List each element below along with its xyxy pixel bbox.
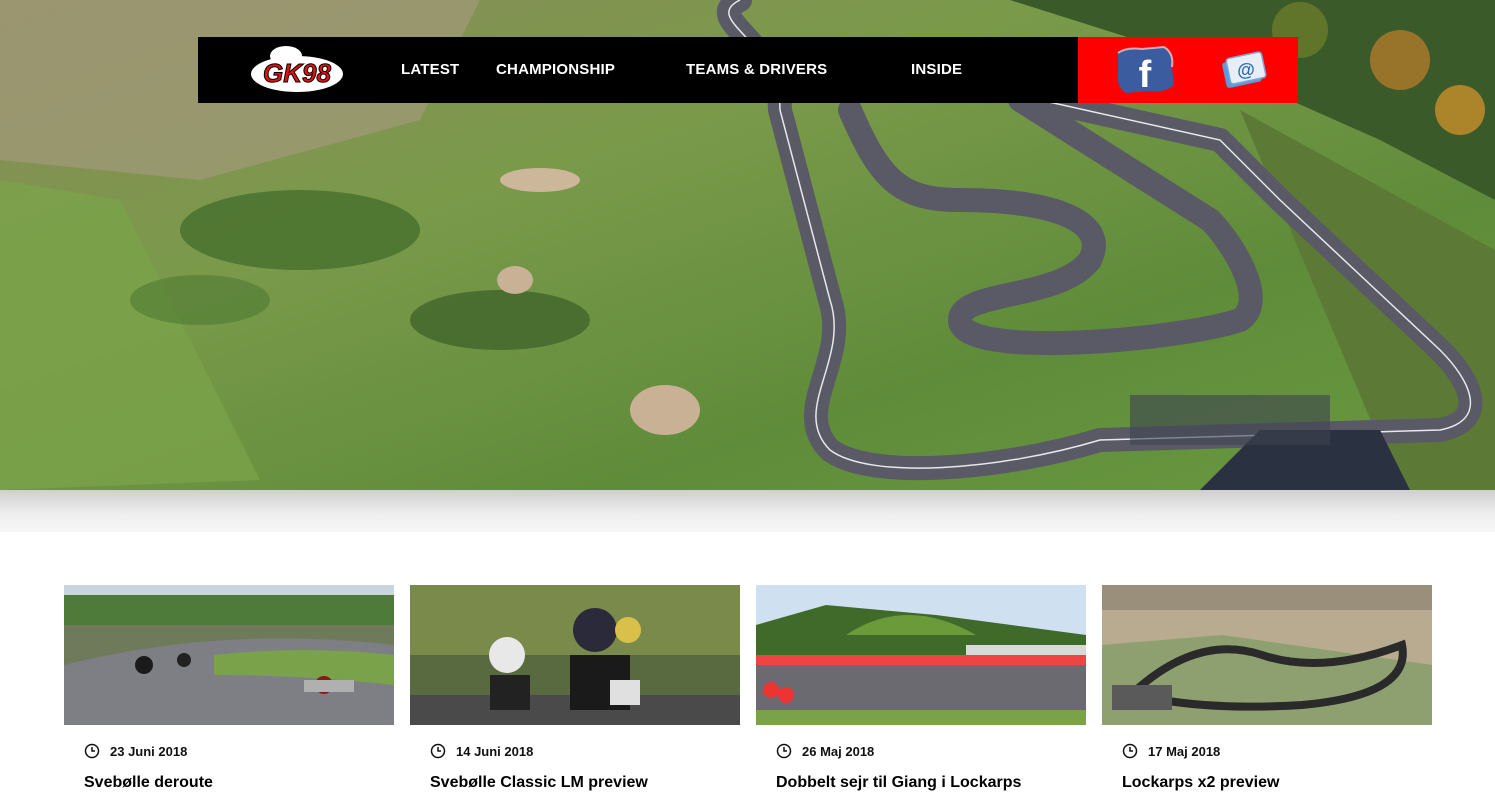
post-title-link[interactable]: Svebølle Classic LM preview xyxy=(430,774,750,792)
nav-inside[interactable]: INSIDE xyxy=(911,61,962,78)
post-date: 23 Juni 2018 xyxy=(84,743,187,759)
svg-text:GK98: GK98 xyxy=(263,58,331,88)
clock-icon xyxy=(1122,743,1138,759)
post-title-link[interactable]: Lockarps x2 preview xyxy=(1122,774,1442,792)
post-thumbnail[interactable] xyxy=(410,585,740,725)
gk98-logo-icon: GK98 xyxy=(251,46,343,92)
nav-latest[interactable]: LATEST xyxy=(401,61,459,78)
nav-championship[interactable]: CHAMPIONSHIP xyxy=(496,61,615,78)
post-date: 14 Juni 2018 xyxy=(430,743,533,759)
post-title-link[interactable]: Dobbelt sejr til Giang i Lockarps xyxy=(776,774,1096,792)
email-icon[interactable]: @ xyxy=(1218,45,1268,100)
post-thumbnail[interactable] xyxy=(1102,585,1432,725)
post-card[interactable]: 23 Juni 2018 Svebølle deroute xyxy=(64,585,394,791)
post-thumbnail[interactable] xyxy=(756,585,1086,725)
post-thumbnail[interactable] xyxy=(64,585,394,725)
main-navigation: GK98 LATEST CHAMPIONSHIP TEAMS & DRIVERS… xyxy=(198,37,1078,103)
post-date: 17 Maj 2018 xyxy=(1122,743,1220,759)
post-title-link[interactable]: Svebølle deroute xyxy=(84,774,404,792)
hero-bottom-shadow xyxy=(0,490,1495,532)
svg-text:f: f xyxy=(1139,54,1152,95)
svg-text:@: @ xyxy=(1237,60,1255,80)
facebook-icon[interactable]: f xyxy=(1112,45,1178,100)
post-card[interactable]: 26 Maj 2018 Dobbelt sejr til Giang i Loc… xyxy=(756,585,1086,791)
post-card[interactable]: 17 Maj 2018 Lockarps x2 preview xyxy=(1102,585,1432,791)
nav-teams-drivers[interactable]: TEAMS & DRIVERS xyxy=(686,61,827,78)
clock-icon xyxy=(776,743,792,759)
post-date: 26 Maj 2018 xyxy=(776,743,874,759)
post-date-text: 26 Maj 2018 xyxy=(802,743,875,759)
social-links: f @ xyxy=(1078,37,1298,103)
post-date-text: 17 Maj 2018 xyxy=(1148,743,1221,759)
post-date-text: 23 Juni 2018 xyxy=(110,743,188,759)
post-date-text: 14 Juni 2018 xyxy=(456,743,534,759)
site-logo[interactable]: GK98 xyxy=(248,44,346,96)
post-card[interactable]: 14 Juni 2018 Svebølle Classic LM preview xyxy=(410,585,740,791)
clock-icon xyxy=(430,743,446,759)
clock-icon xyxy=(84,743,100,759)
